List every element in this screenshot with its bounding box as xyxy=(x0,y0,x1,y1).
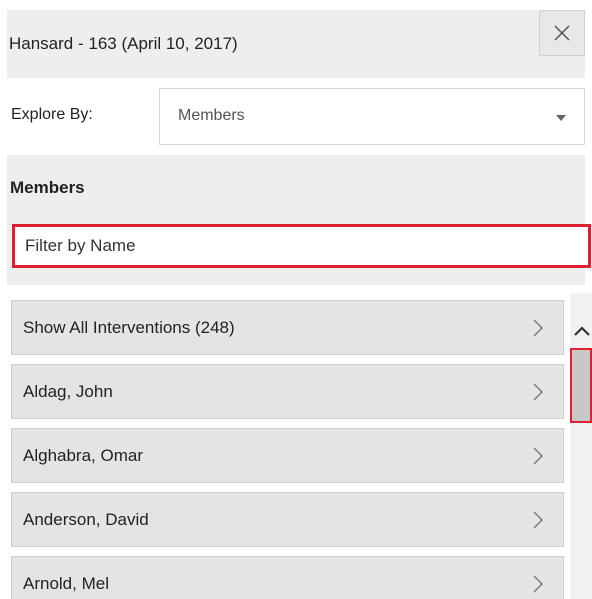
members-list: Show All Interventions (248) Aldag, John… xyxy=(11,300,564,599)
chevron-up-icon[interactable] xyxy=(572,323,592,339)
chevron-right-icon xyxy=(533,447,543,465)
list-item-label: Arnold, Mel xyxy=(23,574,109,593)
chevron-right-icon xyxy=(533,319,543,337)
close-icon xyxy=(554,25,570,41)
panel-header: Hansard - 163 (April 10, 2017) xyxy=(7,10,585,78)
list-item-label: Show All Interventions (248) xyxy=(23,318,235,337)
list-item-member[interactable]: Arnold, Mel xyxy=(11,556,564,599)
caret-down-icon xyxy=(556,115,566,121)
members-heading: Members xyxy=(10,178,85,197)
list-item-label: Alghabra, Omar xyxy=(23,446,143,465)
list-item-member[interactable]: Anderson, David xyxy=(11,492,564,547)
filter-by-name-input[interactable] xyxy=(12,224,591,268)
explore-by-row: Explore By: Members xyxy=(7,88,585,146)
panel-title: Hansard - 163 (April 10, 2017) xyxy=(9,34,238,53)
list-item-member[interactable]: Alghabra, Omar xyxy=(11,428,564,483)
list-item-label: Anderson, David xyxy=(23,510,149,529)
list-item-label: Aldag, John xyxy=(23,382,113,401)
side-panel: Hansard - 163 (April 10, 2017) Explore B… xyxy=(0,0,592,599)
list-item-show-all-interventions[interactable]: Show All Interventions (248) xyxy=(11,300,564,355)
explore-by-select[interactable]: Members xyxy=(159,88,585,145)
explore-by-selected-value: Members xyxy=(178,107,245,124)
scrollbar-thumb[interactable] xyxy=(570,348,592,423)
members-section: Members xyxy=(7,155,591,285)
list-scrollbar[interactable] xyxy=(570,293,592,599)
close-button[interactable] xyxy=(539,10,585,56)
list-item-member[interactable]: Aldag, John xyxy=(11,364,564,419)
chevron-right-icon xyxy=(533,511,543,529)
chevron-right-icon xyxy=(533,575,543,593)
chevron-right-icon xyxy=(533,383,543,401)
explore-by-label: Explore By: xyxy=(11,106,93,123)
